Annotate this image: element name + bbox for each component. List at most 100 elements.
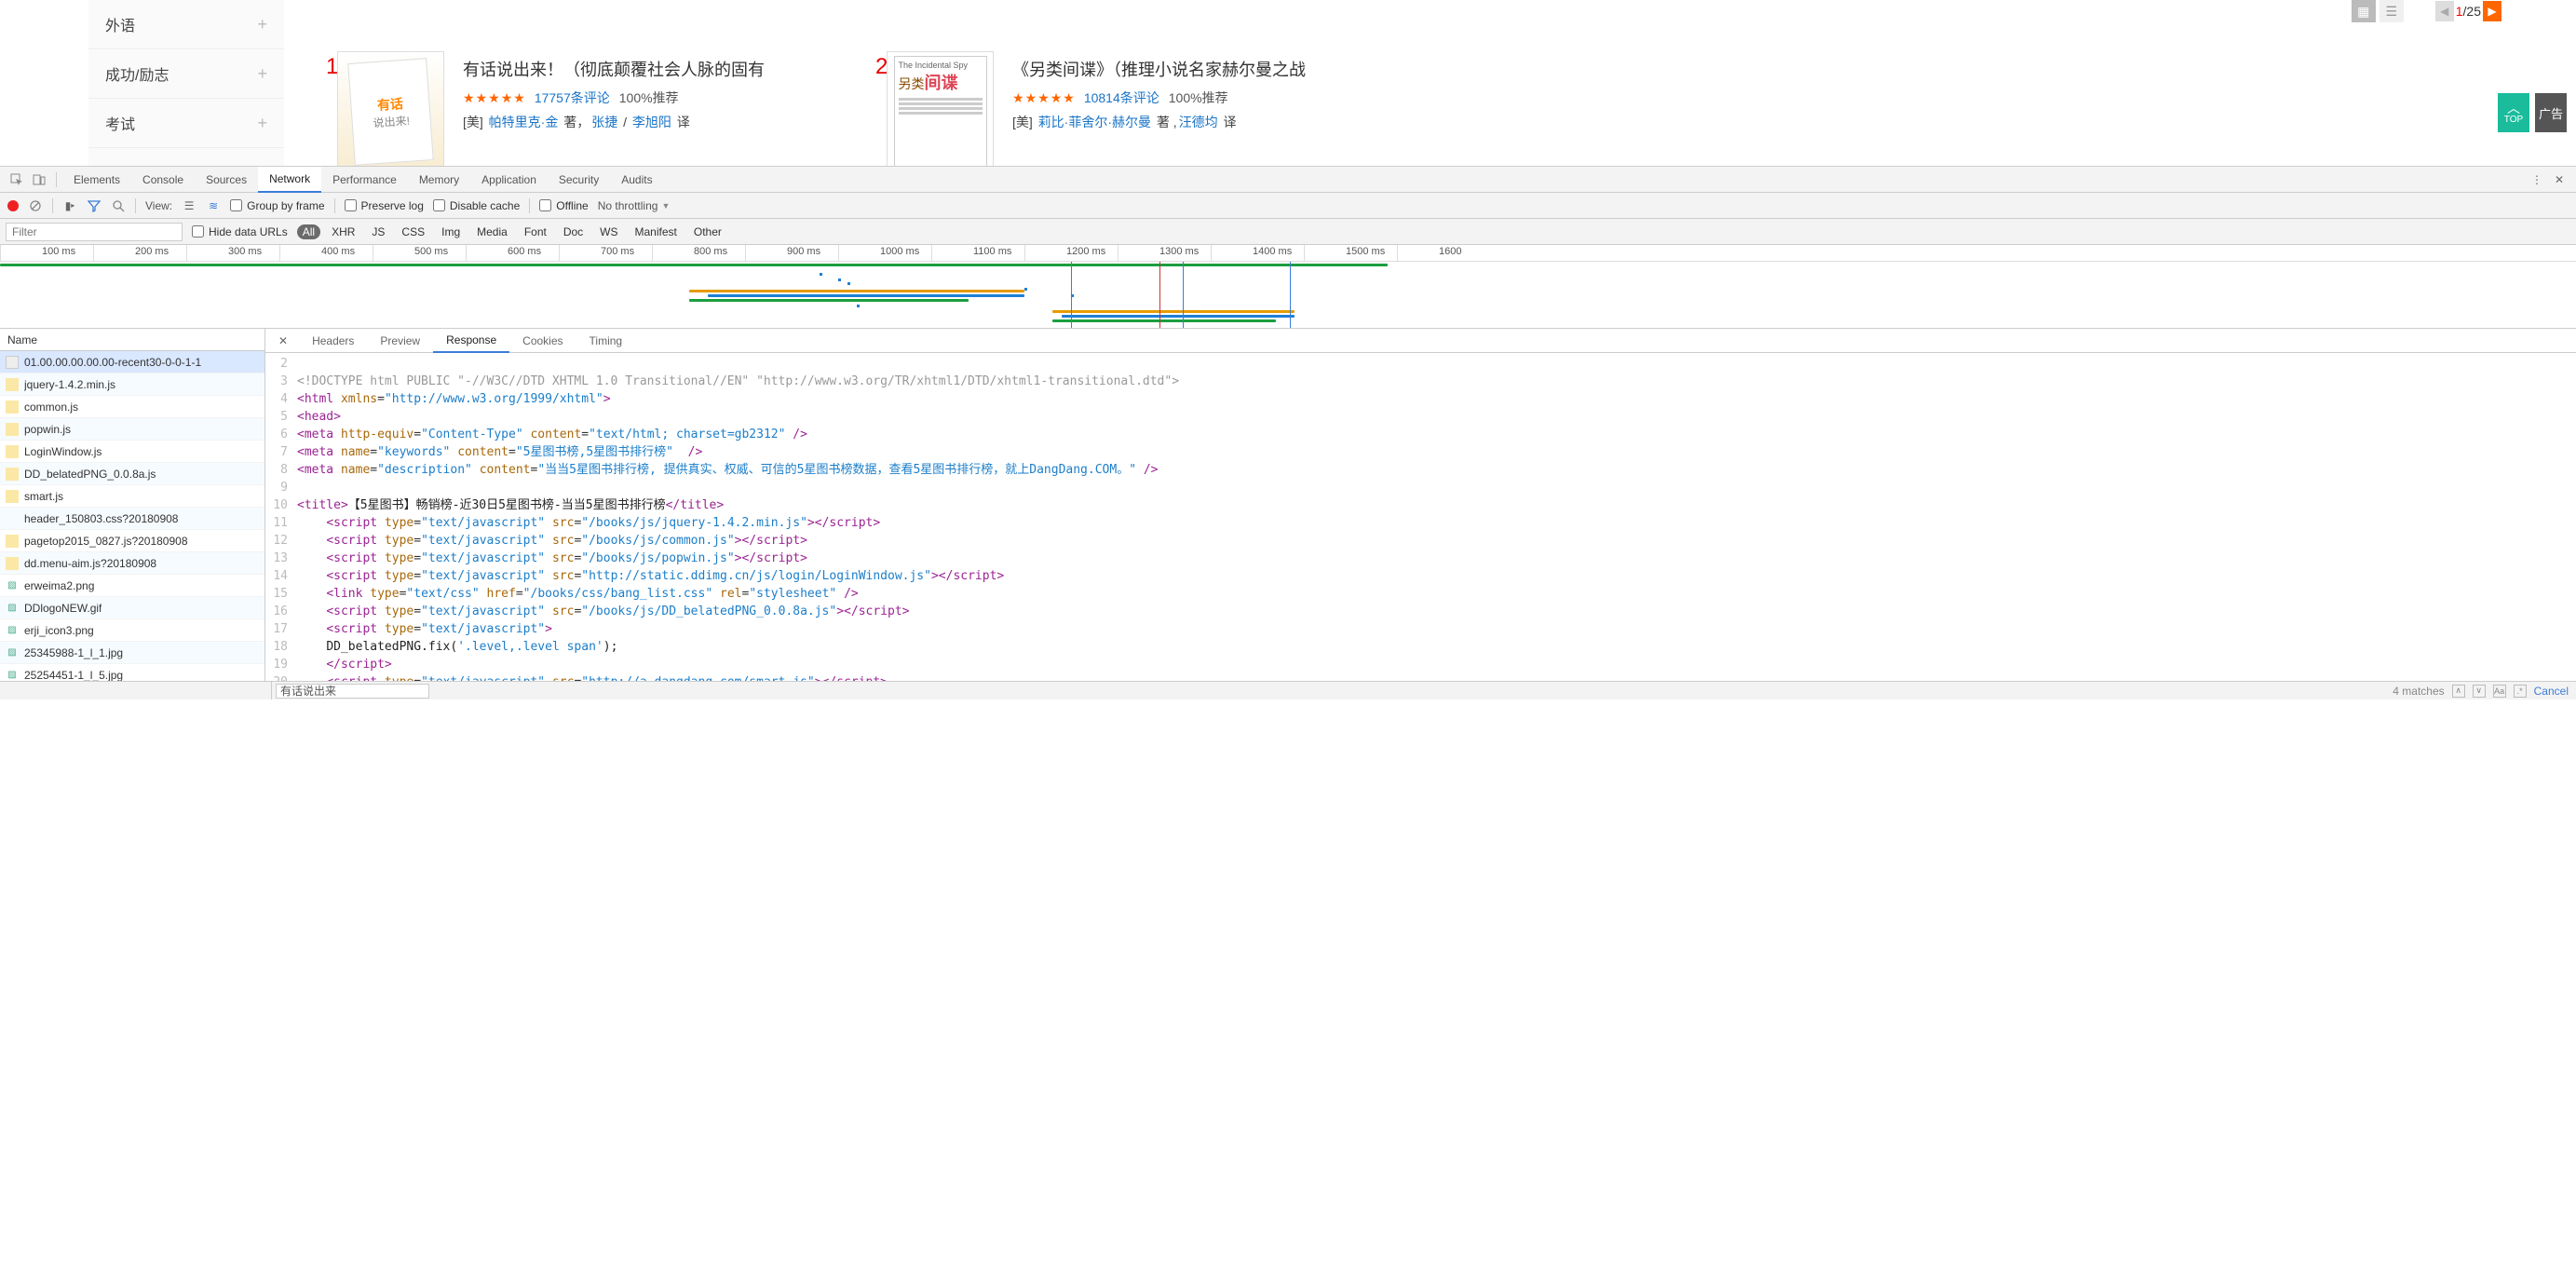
book-list: 1. 有话 说出来! 有话说出来！（彻底颠覆社会人脉的固有 ★★★★★ 1775… (317, 51, 1388, 166)
match-case-button[interactable]: Aa (2493, 685, 2506, 698)
view-list-icon[interactable]: ☰ (182, 198, 197, 213)
request-row[interactable]: common.js (0, 396, 264, 418)
request-row[interactable]: pagetop2015_0827.js?20180908 (0, 530, 264, 552)
translator-link[interactable]: 张捷 (591, 115, 617, 129)
network-filterbar: Hide data URLs All XHR JS CSS Img Media Font Do… (0, 219, 2576, 245)
filter-chip-other[interactable]: Other (688, 224, 727, 239)
filter-chip-media[interactable]: Media (471, 224, 513, 239)
detail-tab-timing[interactable]: Timing (576, 329, 636, 353)
tab-performance[interactable]: Performance (321, 167, 408, 193)
filter-chip-css[interactable]: CSS (396, 224, 430, 239)
sidebar-item-foreign-language[interactable]: 外语 + (88, 0, 284, 49)
request-row[interactable]: dd.menu-aim.js?20180908 (0, 552, 264, 575)
camera-icon[interactable]: ▮▸ (62, 198, 77, 213)
regex-button[interactable]: .* (2514, 685, 2527, 698)
filter-chip-manifest[interactable]: Manifest (630, 224, 683, 239)
translator-link[interactable]: 汪德均 (1179, 115, 1218, 129)
js-file-icon (6, 445, 19, 458)
preserve-log-checkbox[interactable]: Preserve log (345, 199, 424, 212)
tab-console[interactable]: Console (131, 167, 195, 193)
timeline-tick: 900 ms (745, 245, 838, 261)
tab-elements[interactable]: Elements (62, 167, 131, 193)
author-link[interactable]: 帕特里克·金 (489, 115, 559, 129)
tab-application[interactable]: Application (470, 167, 548, 193)
back-to-top-button[interactable]: ︿ TOP (2498, 93, 2529, 132)
search-icon[interactable] (111, 198, 126, 213)
filter-chip-doc[interactable]: Doc (558, 224, 589, 239)
book-cover[interactable]: 有话 说出来! (337, 51, 444, 166)
detail-tab-cookies[interactable]: Cookies (509, 329, 576, 353)
tab-network[interactable]: Network (258, 167, 321, 193)
reviews-link[interactable]: 10814条评论 (1084, 88, 1159, 107)
translator-link[interactable]: 李旭阳 (632, 115, 671, 129)
hide-data-urls-checkbox[interactable]: Hide data URLs (192, 225, 288, 238)
request-row[interactable]: ▨DDlogoNEW.gif (0, 597, 264, 619)
sidebar-item-success[interactable]: 成功/励志 + (88, 49, 284, 99)
close-detail-icon[interactable]: ✕ (271, 334, 295, 347)
tab-audits[interactable]: Audits (610, 167, 663, 193)
code-line: 9 (271, 479, 2576, 496)
detail-tab-preview[interactable]: Preview (367, 329, 433, 353)
prev-page-button[interactable]: ◀ (2435, 1, 2454, 21)
detail-tab-response[interactable]: Response (433, 329, 509, 353)
book-title[interactable]: 《另类间谍》（推理小说名家赫尔曼之战 (1012, 57, 1388, 81)
view-waterfall-icon[interactable]: ≋ (206, 198, 221, 213)
record-button[interactable] (7, 200, 19, 211)
search-in-response-input[interactable] (276, 684, 429, 699)
request-row[interactable]: header_150803.css?20180908 (0, 508, 264, 530)
prev-match-button[interactable]: ∧ (2452, 685, 2465, 698)
more-icon[interactable]: ⋮ (2529, 171, 2545, 188)
throttle-select[interactable]: No throttling▼ (598, 199, 671, 212)
detail-tab-headers[interactable]: Headers (299, 329, 367, 353)
tab-security[interactable]: Security (548, 167, 610, 193)
timeline-tick: 400 ms (279, 245, 373, 261)
request-row[interactable]: ▨erji_icon3.png (0, 619, 264, 642)
request-row[interactable]: jquery-1.4.2.min.js (0, 373, 264, 396)
request-row[interactable]: ▨25345988-1_l_1.jpg (0, 642, 264, 664)
clear-icon[interactable] (28, 198, 43, 213)
request-row[interactable]: LoginWindow.js (0, 441, 264, 463)
grid-view-icon[interactable]: ▦ (2352, 0, 2376, 22)
request-row[interactable]: ▨25254451-1_l_5.jpg (0, 664, 264, 681)
request-list[interactable]: 01.00.00.00.00.00-recent30-0-0-1-1jquery… (0, 351, 264, 681)
filter-chip-js[interactable]: JS (366, 224, 390, 239)
offline-checkbox[interactable]: Offline (539, 199, 588, 212)
filter-chip-xhr[interactable]: XHR (326, 224, 360, 239)
reviews-link[interactable]: 17757条评论 (535, 88, 610, 107)
img-file-icon: ▨ (6, 579, 19, 592)
request-name: DD_belatedPNG_0.0.8a.js (24, 468, 156, 481)
next-match-button[interactable]: ∨ (2473, 685, 2486, 698)
filter-chip-all[interactable]: All (297, 224, 320, 239)
author-link[interactable]: 莉比·菲舍尔·赫尔曼 (1038, 115, 1151, 129)
next-page-button[interactable]: ▶ (2483, 1, 2501, 21)
ad-button[interactable]: 广告 (2535, 93, 2567, 132)
code-line: 15 <link type="text/css" href="/books/cs… (271, 585, 2576, 603)
sidebar-item-exam[interactable]: 考试 + (88, 99, 284, 148)
inspect-icon[interactable] (8, 171, 25, 188)
list-view-icon[interactable]: ☰ (2379, 0, 2404, 22)
close-icon[interactable]: ✕ (2551, 171, 2568, 188)
book-cover[interactable]: The Incidental Spy 另类间谍 (887, 51, 994, 166)
filter-chip-img[interactable]: Img (436, 224, 466, 239)
request-row[interactable]: 01.00.00.00.00.00-recent30-0-0-1-1 (0, 351, 264, 373)
filter-input[interactable] (6, 223, 183, 241)
book-title[interactable]: 有话说出来！（彻底颠覆社会人脉的固有 (463, 57, 838, 81)
disable-cache-checkbox[interactable]: Disable cache (433, 199, 520, 212)
request-row[interactable]: smart.js (0, 485, 264, 508)
recommend-rate: 100%推荐 (619, 88, 679, 107)
tab-memory[interactable]: Memory (408, 167, 470, 193)
request-row[interactable]: DD_belatedPNG_0.0.8a.js (0, 463, 264, 485)
img-file-icon: ▨ (6, 669, 19, 682)
request-row[interactable]: popwin.js (0, 418, 264, 441)
timeline[interactable]: 100 ms200 ms300 ms400 ms500 ms600 ms700 … (0, 245, 2576, 329)
filter-chip-font[interactable]: Font (519, 224, 552, 239)
group-by-frame-checkbox[interactable]: Group by frame (230, 199, 324, 212)
filter-chip-ws[interactable]: WS (594, 224, 623, 239)
tab-sources[interactable]: Sources (195, 167, 258, 193)
filter-icon[interactable] (87, 198, 102, 213)
sidebar-item-parenting[interactable]: 亲子/家教 + (88, 148, 284, 166)
request-row[interactable]: ▨erweima2.png (0, 575, 264, 597)
cancel-search-button[interactable]: Cancel (2534, 685, 2569, 698)
device-toggle-icon[interactable] (31, 171, 47, 188)
response-body[interactable]: 23<!DOCTYPE html PUBLIC "-//W3C//DTD XHT… (265, 353, 2576, 681)
